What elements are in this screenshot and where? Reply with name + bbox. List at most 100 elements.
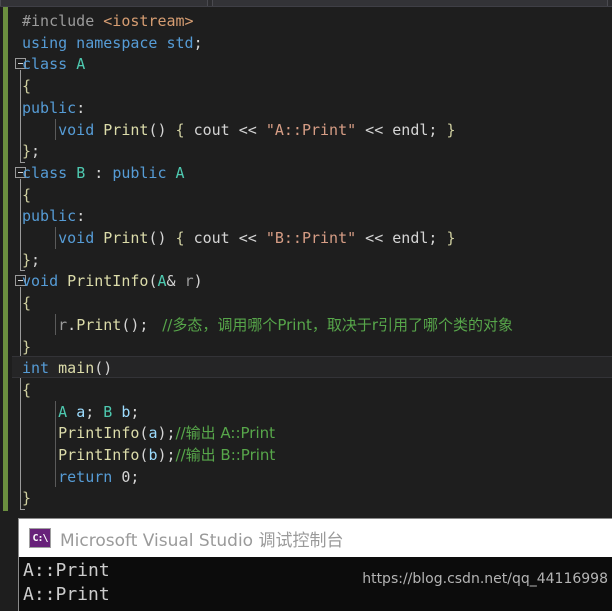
code-token: << xyxy=(356,120,393,139)
code-line-text: PrintInfo(b);//输出 B::Print xyxy=(22,444,275,466)
code-line-text: PrintInfo(a);//输出 A::Print xyxy=(22,422,275,444)
code-token: void xyxy=(22,229,104,247)
code-token: using namespace xyxy=(22,33,167,52)
code-token: ); xyxy=(157,424,176,443)
code-token: return xyxy=(22,467,122,486)
code-editor[interactable]: #include <iostream> using namespace std; c… xyxy=(0,7,612,511)
toolbar-segment-mid[interactable] xyxy=(212,0,608,6)
code-token: //输出 B::Print xyxy=(175,446,276,464)
code-token: public xyxy=(22,98,77,117)
code-line-text: { xyxy=(22,292,31,314)
code-token: << xyxy=(238,229,266,247)
code-token: class xyxy=(22,163,77,182)
fold-bracket xyxy=(20,70,21,162)
code-token: public xyxy=(22,207,77,226)
code-line-text: r.Print(); //多态，调用哪个Print，取决于r引用了哪个类的对象 xyxy=(22,314,513,336)
code-token: () xyxy=(148,229,176,247)
code-token: } xyxy=(22,489,32,508)
code-line-text: class B : public A xyxy=(22,162,185,184)
code-token: ); xyxy=(157,446,176,464)
console-titlebar[interactable]: C:\ Microsoft Visual Studio 调试控制台 xyxy=(19,519,612,557)
code-token: : xyxy=(76,207,86,226)
code-token: ) xyxy=(193,272,203,291)
code-token: A xyxy=(76,55,86,74)
code-token: std xyxy=(166,33,194,52)
code-token: void xyxy=(22,272,68,291)
code-token: #include xyxy=(22,12,104,30)
indent-guide xyxy=(55,227,56,249)
code-token: ; xyxy=(193,33,203,52)
code-token: (); xyxy=(121,315,158,334)
code-token: ; xyxy=(428,229,447,247)
code-token: PrintInfo xyxy=(22,446,140,464)
code-token: void xyxy=(22,120,104,139)
code-line-text: #include <iostream> xyxy=(22,10,194,32)
code-token: Print xyxy=(103,120,149,139)
code-line-text: }; xyxy=(22,249,40,271)
fold-bracket xyxy=(20,287,21,358)
code-token: { xyxy=(175,229,194,247)
command-prompt-icon: C:\ xyxy=(29,528,51,548)
code-token: << xyxy=(356,229,393,247)
code-token: ; xyxy=(31,142,41,161)
code-line-text: public: xyxy=(22,97,85,119)
code-line-text: { xyxy=(22,75,31,97)
code-token: << xyxy=(238,120,266,139)
code-token: ; xyxy=(130,402,140,421)
fold-bracket xyxy=(20,374,21,510)
indent-guide xyxy=(55,465,56,488)
code-token: //输出 A::Print xyxy=(175,424,276,443)
code-line-text: int main() xyxy=(22,357,112,379)
fold-bracket xyxy=(20,178,21,271)
code-token: { xyxy=(175,120,194,139)
code-token: A xyxy=(22,402,77,421)
code-line-text: { xyxy=(22,184,31,206)
code-line-text: }; xyxy=(22,140,40,162)
console-title: Microsoft Visual Studio 调试控制台 xyxy=(60,530,344,551)
code-token: } xyxy=(22,250,32,269)
code-token: endl xyxy=(392,120,429,139)
code-token: { xyxy=(22,294,32,313)
code-token: B xyxy=(103,402,122,421)
code-token: : xyxy=(76,98,86,117)
code-line-text: } xyxy=(22,487,31,509)
code-line-text: void Print() { cout << "A::Print" << end… xyxy=(22,119,455,141)
code-token: public xyxy=(112,163,176,182)
toolbar-strip xyxy=(0,0,612,7)
code-token: { xyxy=(22,77,32,96)
code-line-text: } xyxy=(22,336,31,358)
code-token: class xyxy=(22,55,77,74)
toolbar-segment-left[interactable] xyxy=(0,0,208,6)
code-token: cout xyxy=(193,229,239,247)
code-token: Print xyxy=(103,229,149,247)
code-token: . xyxy=(67,315,77,334)
code-token: ; xyxy=(85,402,104,421)
code-token: //多态，调用哪个Print，取决于r引用了哪个类的对象 xyxy=(157,315,514,334)
code-line-text: class A xyxy=(22,53,85,75)
code-token: Print xyxy=(76,315,122,334)
code-token: <iostream> xyxy=(103,12,194,30)
code-token: } xyxy=(446,229,456,247)
code-token: A xyxy=(157,272,167,291)
change-indicator-bar xyxy=(3,7,8,511)
code-token: ; xyxy=(428,120,447,139)
code-token: : xyxy=(94,163,113,182)
code-token: { xyxy=(22,185,32,204)
code-token: "B::Print" xyxy=(265,229,357,247)
code-token: () xyxy=(148,120,176,139)
indent-guide xyxy=(55,422,56,444)
watermark-text: https://blog.csdn.net/qq_44116998 xyxy=(362,571,608,587)
code-token: } xyxy=(22,337,32,356)
code-token: ; xyxy=(130,467,140,486)
console-window[interactable]: C:\ Microsoft Visual Studio 调试控制台 A::Pri… xyxy=(18,518,612,611)
code-token: { xyxy=(22,380,32,399)
indent-guide xyxy=(55,444,56,466)
code-token: r xyxy=(184,272,194,291)
code-token: } xyxy=(22,142,32,161)
code-token: PrintInfo xyxy=(67,272,149,291)
code-token: PrintInfo xyxy=(22,424,140,443)
code-token: "A::Print" xyxy=(265,120,357,139)
code-line-text: void Print() { cout << "B::Print" << end… xyxy=(22,227,456,249)
code-line-text: return 0; xyxy=(22,466,139,488)
code-token: B xyxy=(76,163,95,182)
